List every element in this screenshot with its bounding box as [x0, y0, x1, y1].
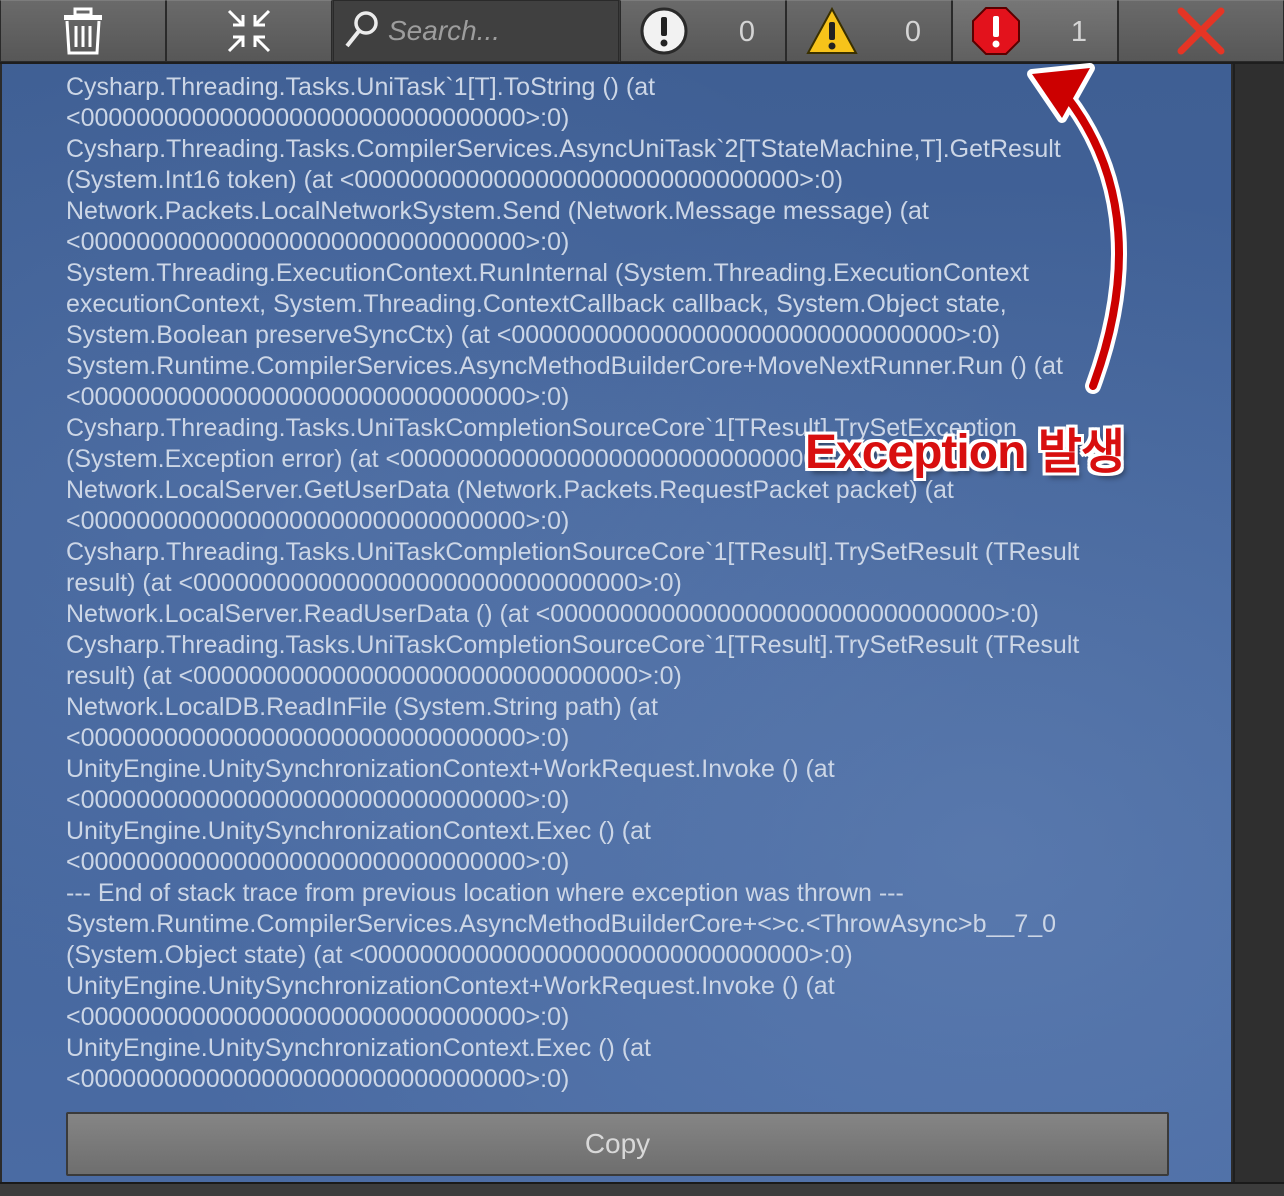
stack-trace-panel: Cysharp.Threading.Tasks.UniTask`1[T].ToS…: [2, 64, 1231, 1188]
log-line: Cysharp.Threading.Tasks.UniTaskCompletio…: [66, 631, 1080, 659]
copy-button[interactable]: Copy: [66, 1112, 1169, 1176]
log-line: Cysharp.Threading.Tasks.UniTask`1[T].ToS…: [66, 73, 656, 101]
log-line: UnityEngine.UnitySynchronizationContext+…: [66, 755, 835, 783]
log-line: result) (at <000000000000000000000000000…: [66, 569, 682, 597]
log-line: UnityEngine.UnitySynchronizationContext.…: [66, 817, 651, 845]
collapse-arrows-icon: [225, 7, 273, 55]
log-line: Network.LocalDB.ReadInFile (System.Strin…: [66, 693, 658, 721]
log-line: <00000000000000000000000000000000>:0): [66, 1065, 570, 1093]
log-line: result) (at <000000000000000000000000000…: [66, 662, 682, 690]
error-icon: [971, 6, 1021, 56]
info-icon: [639, 6, 689, 56]
search-box[interactable]: [333, 0, 619, 62]
log-line: <00000000000000000000000000000000>:0): [66, 383, 570, 411]
log-filter-toggle[interactable]: 0: [620, 0, 786, 62]
warning-icon: [805, 6, 859, 56]
log-line: <00000000000000000000000000000000>:0): [66, 786, 570, 814]
log-line: <00000000000000000000000000000000>:0): [66, 507, 570, 535]
log-count: 0: [738, 16, 755, 48]
close-icon: [1177, 7, 1225, 55]
log-line: <00000000000000000000000000000000>:0): [66, 104, 570, 132]
log-line: Network.Packets.LocalNetworkSystem.Send …: [66, 197, 929, 225]
trash-icon: [61, 7, 105, 55]
error-filter-toggle[interactable]: 1: [952, 0, 1118, 62]
bottom-bar: [0, 1182, 1284, 1196]
search-icon: [344, 9, 380, 54]
vertical-scrollbar[interactable]: [1233, 64, 1284, 1188]
log-line: UnityEngine.UnitySynchronizationContext.…: [66, 1034, 651, 1062]
stack-trace-text: Cysharp.Threading.Tasks.UniTask`1[T].ToS…: [66, 72, 1196, 1095]
log-line: Cysharp.Threading.Tasks.UniTaskCompletio…: [66, 538, 1080, 566]
log-line: <00000000000000000000000000000000>:0): [66, 228, 570, 256]
log-line: Network.LocalServer.ReadUserData () (at …: [66, 600, 1039, 628]
log-line: System.Runtime.CompilerServices.AsyncMet…: [66, 910, 1057, 938]
log-line: executionContext, System.Threading.Conte…: [66, 290, 1007, 318]
log-line: <00000000000000000000000000000000>:0): [66, 1003, 570, 1031]
error-count: 1: [1070, 16, 1087, 48]
clear-button[interactable]: [0, 0, 166, 62]
search-input[interactable]: [388, 15, 598, 47]
log-line: (System.Int16 token) (at <00000000000000…: [66, 166, 844, 194]
log-line: <00000000000000000000000000000000>:0): [66, 848, 570, 876]
collapse-button[interactable]: [166, 0, 332, 62]
log-line: Cysharp.Threading.Tasks.CompilerServices…: [66, 135, 1061, 163]
exception-annotation-label: Exception 발생: [805, 426, 1125, 479]
close-button[interactable]: [1118, 0, 1284, 62]
log-line: (System.Object state) (at <0000000000000…: [66, 941, 853, 969]
log-line: --- End of stack trace from previous loc…: [66, 879, 904, 907]
log-line: UnityEngine.UnitySynchronizationContext+…: [66, 972, 835, 1000]
log-line: System.Boolean preserveSyncCtx) (at <000…: [66, 321, 1001, 349]
warning-count: 0: [904, 16, 921, 48]
console-toolbar: 0 0 1: [0, 0, 1284, 64]
log-line: System.Runtime.CompilerServices.AsyncMet…: [66, 352, 1063, 380]
log-line: System.Threading.ExecutionContext.RunInt…: [66, 259, 1029, 287]
log-line: <00000000000000000000000000000000>:0): [66, 724, 570, 752]
warning-filter-toggle[interactable]: 0: [786, 0, 952, 62]
